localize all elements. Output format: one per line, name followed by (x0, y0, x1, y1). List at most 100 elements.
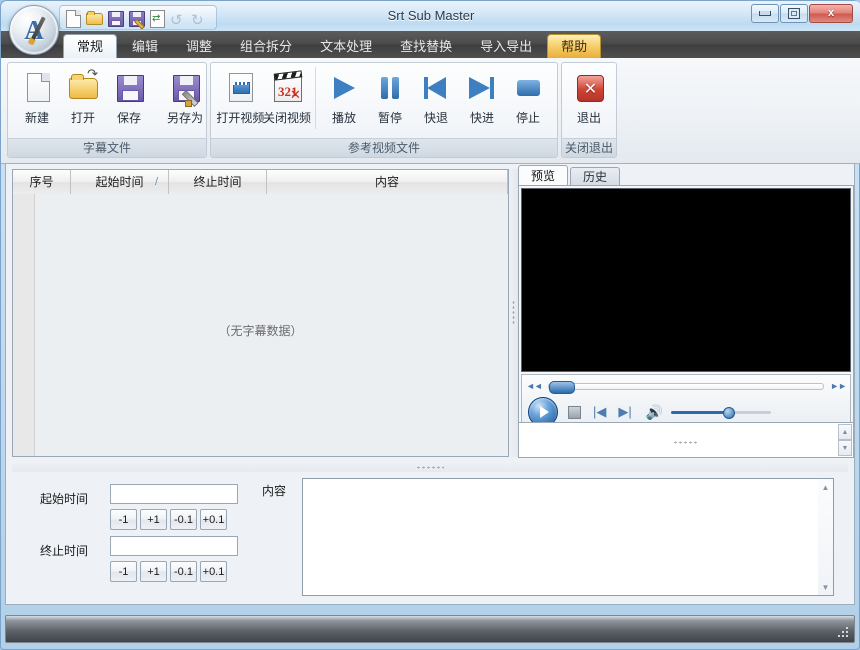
spinner-up-icon[interactable]: ▲ (838, 424, 852, 440)
scroll-up-icon[interactable]: ▲ (818, 480, 833, 494)
tab-help[interactable]: 帮助 (547, 34, 601, 58)
open-video-button[interactable]: 打开视频 (217, 65, 264, 131)
group-divider (315, 67, 316, 129)
qat-redo-icon: ↻ (190, 9, 208, 27)
rewind-label: 快退 (424, 109, 448, 126)
end-minus-0.1-button[interactable]: -0.1 (170, 561, 197, 582)
close-icon: x (828, 8, 834, 19)
floppy-save-icon (113, 72, 145, 104)
content-scrollbar[interactable]: ▲ ▼ (817, 479, 833, 595)
pause-button[interactable]: 暂停 (367, 65, 413, 131)
player-stop-button[interactable] (568, 406, 581, 419)
play-button[interactable]: 播放 (321, 65, 367, 131)
column-header-end-time[interactable]: 终止时间 (169, 170, 267, 194)
preview-tab-content: ◄◄ ►► |◀ ▶| 🔊 (518, 185, 854, 439)
close-video-icon: 321✕ (271, 72, 303, 104)
tab-general[interactable]: 常规 (63, 34, 117, 58)
speaker-icon[interactable]: 🔊 (646, 404, 663, 421)
save-button-label: 保存 (117, 109, 141, 126)
start-plus-1-button[interactable]: +1 (140, 509, 167, 530)
tab-import-export[interactable]: 导入导出 (467, 36, 545, 58)
open-folder-icon (67, 72, 99, 104)
tab-preview[interactable]: 预览 (518, 165, 568, 186)
end-plus-0.1-button[interactable]: +0.1 (200, 561, 227, 582)
column-header-start-time[interactable]: 起始时间 / (71, 170, 169, 194)
column-header-start-time-label: 起始时间 (95, 175, 143, 189)
forward-small-icon[interactable]: ►► (830, 381, 846, 391)
ribbon-group-label-subtitle-file: 字幕文件 (8, 138, 206, 157)
minimize-button[interactable] (751, 4, 779, 23)
rewind-small-icon[interactable]: ◄◄ (526, 381, 542, 391)
minimize-icon (759, 11, 771, 16)
tab-text-processing[interactable]: 文本处理 (307, 36, 385, 58)
volume-thumb[interactable] (723, 407, 735, 419)
preview-horizontal-splitter[interactable] (518, 439, 854, 446)
ribbon-group-items: 新建 打开 保存 另存为 (8, 65, 206, 135)
stop-icon (512, 72, 544, 104)
ribbon-group-items: ✕ 退出 (562, 65, 616, 135)
fast-forward-button[interactable]: 快进 (459, 65, 505, 131)
volume-track (671, 411, 771, 414)
player-next-button[interactable]: ▶| (618, 404, 631, 420)
resize-grip-icon[interactable] (838, 627, 850, 639)
qat-save-as-icon[interactable] (127, 9, 145, 27)
close-button[interactable]: x (809, 4, 853, 23)
open-button[interactable]: 打开 (60, 65, 106, 131)
open-button-label: 打开 (71, 109, 95, 126)
main-horizontal-splitter[interactable] (12, 462, 848, 472)
tab-merge-split[interactable]: 组合拆分 (227, 36, 305, 58)
maximize-button[interactable] (780, 4, 808, 23)
table-body[interactable]: （无字幕数据） (13, 194, 508, 456)
ribbon-tab-strip: 常规 编辑 调整 组合拆分 文本处理 查找替换 导入导出 帮助 (1, 31, 860, 59)
exit-icon: ✕ (573, 72, 605, 104)
volume-slider[interactable] (671, 407, 844, 417)
play-label: 播放 (332, 109, 356, 126)
content-textarea[interactable] (303, 479, 818, 595)
rewind-button[interactable]: 快退 (413, 65, 459, 131)
play-icon (328, 72, 360, 104)
splitter-grip-icon (416, 466, 444, 469)
qat-open-folder-icon[interactable] (85, 9, 103, 27)
application-window: Srt Sub Master x ↺ ↻ A (0, 0, 860, 650)
ribbon-group-exit: ✕ 退出 关闭退出 (561, 62, 617, 158)
fast-forward-label: 快进 (470, 109, 494, 126)
end-time-label: 终止时间 (40, 542, 88, 559)
splitter-grip-icon (512, 300, 515, 326)
exit-button[interactable]: ✕ 退出 (566, 65, 612, 131)
save-as-button-label: 另存为 (167, 109, 203, 126)
start-minus-0.1-button[interactable]: -0.1 (170, 509, 197, 530)
scroll-down-icon[interactable]: ▼ (818, 580, 833, 594)
start-time-input[interactable] (110, 484, 238, 504)
new-button[interactable]: 新建 (14, 65, 60, 131)
close-video-button[interactable]: 321✕ 关闭视频 (264, 65, 311, 131)
video-surface[interactable] (521, 188, 851, 372)
qat-new-icon[interactable] (64, 9, 82, 27)
save-as-button[interactable]: 另存为 (162, 65, 208, 131)
end-time-input[interactable] (110, 536, 238, 556)
start-minus-1-button[interactable]: -1 (110, 509, 137, 530)
window-frame: Srt Sub Master x ↺ ↻ A (0, 0, 860, 650)
save-button[interactable]: 保存 (106, 65, 152, 131)
subtitle-table: 序号 起始时间 / 终止时间 内容 （无字幕数据） (12, 169, 509, 457)
tab-find-replace[interactable]: 查找替换 (387, 36, 465, 58)
seek-slider[interactable] (548, 383, 824, 390)
stop-button[interactable]: 停止 (505, 65, 551, 131)
end-plus-1-button[interactable]: +1 (140, 561, 167, 582)
player-previous-button[interactable]: |◀ (593, 404, 606, 420)
column-header-index[interactable]: 序号 (13, 170, 71, 194)
column-header-content[interactable]: 内容 (267, 170, 508, 194)
ribbon-tabs: 常规 编辑 调整 组合拆分 文本处理 查找替换 导入导出 帮助 (63, 31, 603, 58)
tab-history[interactable]: 历史 (570, 167, 620, 186)
splitter-grip-icon (673, 441, 699, 444)
content-label: 内容 (262, 482, 286, 499)
qat-export-icon[interactable] (148, 9, 166, 27)
end-minus-1-button[interactable]: -1 (110, 561, 137, 582)
vertical-splitter[interactable] (509, 169, 518, 457)
ribbon: 新建 打开 保存 另存为 字幕文件 (1, 58, 860, 164)
start-plus-0.1-button[interactable]: +0.1 (200, 509, 227, 530)
tab-adjust[interactable]: 调整 (173, 36, 225, 58)
qat-save-icon[interactable] (106, 9, 124, 27)
tab-edit[interactable]: 编辑 (119, 36, 171, 58)
seek-thumb[interactable] (549, 381, 575, 394)
application-menu-button[interactable]: A (9, 5, 59, 55)
